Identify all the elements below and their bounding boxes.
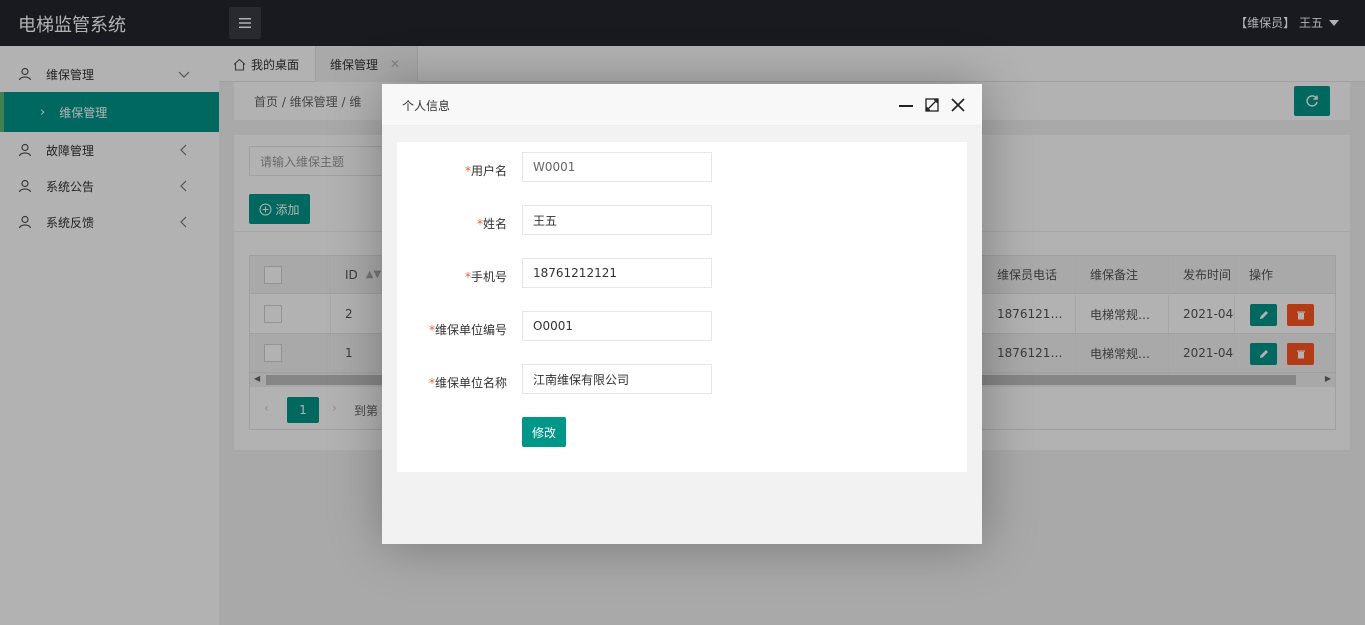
field-label: *维保单位名称 xyxy=(429,374,507,391)
username-field[interactable]: W0001 xyxy=(522,152,712,182)
field-label-text: 用户名 xyxy=(470,164,507,178)
modal-header: 个人信息 xyxy=(382,84,982,126)
field-label: *姓名 xyxy=(477,215,507,232)
field-label-text: 维保单位编号 xyxy=(434,323,507,337)
profile-form: *用户名 W0001 *姓名 王五 *手机号 18761212121 *维保单位… xyxy=(397,142,967,472)
form-row-unit-name: *维保单位名称 江南维保有限公司 xyxy=(397,364,967,394)
form-row-username: *用户名 W0001 xyxy=(397,152,967,182)
field-label: *手机号 xyxy=(465,268,507,285)
field-label-text: 手机号 xyxy=(470,270,507,284)
form-row-unit-code: *维保单位编号 O0001 xyxy=(397,311,967,341)
close-icon[interactable] xyxy=(950,97,966,113)
modify-button[interactable]: 修改 xyxy=(522,417,566,447)
field-label-text: 姓名 xyxy=(482,217,507,231)
form-row-name: *姓名 王五 xyxy=(397,205,967,235)
field-label: *维保单位编号 xyxy=(429,321,507,338)
maximize-icon[interactable] xyxy=(924,97,940,113)
phone-field[interactable]: 18761212121 xyxy=(522,258,712,288)
minimize-icon[interactable] xyxy=(898,97,914,113)
unit-code-field[interactable]: O0001 xyxy=(522,311,712,341)
field-label: *用户名 xyxy=(465,162,507,179)
profile-modal: 个人信息 *用户名 W0001 *姓名 王五 *手机号 18761212121 … xyxy=(382,84,982,544)
form-row-phone: *手机号 18761212121 xyxy=(397,258,967,288)
field-label-text: 维保单位名称 xyxy=(434,376,507,390)
unit-name-field[interactable]: 江南维保有限公司 xyxy=(522,364,712,394)
modal-title: 个人信息 xyxy=(402,99,451,113)
name-field[interactable]: 王五 xyxy=(522,205,712,235)
